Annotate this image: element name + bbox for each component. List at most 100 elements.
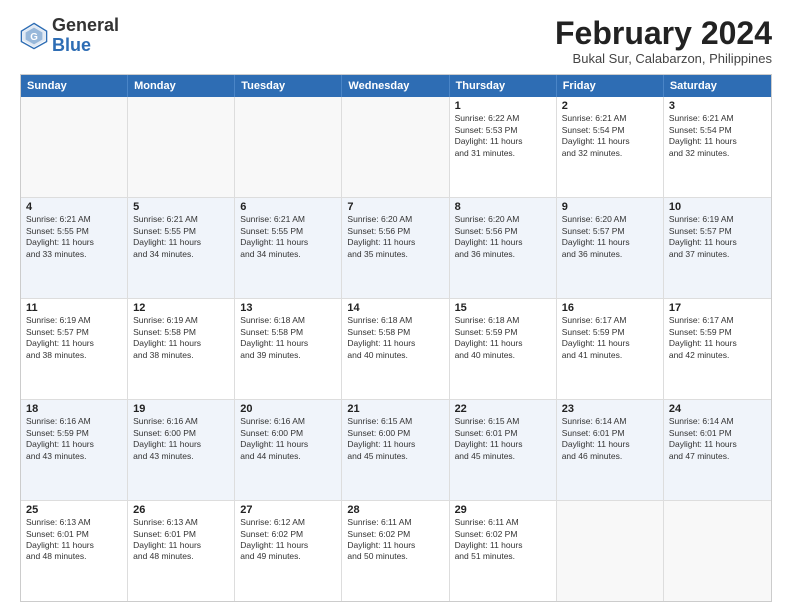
day-number: 18 — [26, 403, 122, 415]
calendar-week-3: 18Sunrise: 6:16 AMSunset: 5:59 PMDayligh… — [21, 399, 771, 500]
day-number: 4 — [26, 201, 122, 213]
location-subtitle: Bukal Sur, Calabarzon, Philippines — [555, 51, 772, 66]
calendar-day-7: 7Sunrise: 6:20 AMSunset: 5:56 PMDaylight… — [342, 198, 449, 298]
calendar-week-0: 1Sunrise: 6:22 AMSunset: 5:53 PMDaylight… — [21, 97, 771, 197]
day-number: 10 — [669, 201, 766, 213]
day-info: Sunrise: 6:22 AMSunset: 5:53 PMDaylight:… — [455, 113, 551, 159]
day-info: Sunrise: 6:13 AMSunset: 6:01 PMDaylight:… — [133, 517, 229, 563]
calendar-day-20: 20Sunrise: 6:16 AMSunset: 6:00 PMDayligh… — [235, 400, 342, 500]
day-info: Sunrise: 6:18 AMSunset: 5:59 PMDaylight:… — [455, 315, 551, 361]
calendar-day-18: 18Sunrise: 6:16 AMSunset: 5:59 PMDayligh… — [21, 400, 128, 500]
day-number: 14 — [347, 302, 443, 314]
day-number: 29 — [455, 504, 551, 516]
calendar-day-27: 27Sunrise: 6:12 AMSunset: 6:02 PMDayligh… — [235, 501, 342, 601]
header-day-saturday: Saturday — [664, 75, 771, 97]
calendar-day-3: 3Sunrise: 6:21 AMSunset: 5:54 PMDaylight… — [664, 97, 771, 197]
month-title: February 2024 — [555, 16, 772, 51]
day-number: 1 — [455, 100, 551, 112]
day-info: Sunrise: 6:18 AMSunset: 5:58 PMDaylight:… — [240, 315, 336, 361]
calendar-week-1: 4Sunrise: 6:21 AMSunset: 5:55 PMDaylight… — [21, 197, 771, 298]
calendar-day-8: 8Sunrise: 6:20 AMSunset: 5:56 PMDaylight… — [450, 198, 557, 298]
calendar-day-15: 15Sunrise: 6:18 AMSunset: 5:59 PMDayligh… — [450, 299, 557, 399]
calendar-day-5: 5Sunrise: 6:21 AMSunset: 5:55 PMDaylight… — [128, 198, 235, 298]
day-number: 3 — [669, 100, 766, 112]
day-number: 21 — [347, 403, 443, 415]
calendar-day-25: 25Sunrise: 6:13 AMSunset: 6:01 PMDayligh… — [21, 501, 128, 601]
day-number: 17 — [669, 302, 766, 314]
day-info: Sunrise: 6:11 AMSunset: 6:02 PMDaylight:… — [347, 517, 443, 563]
header-day-monday: Monday — [128, 75, 235, 97]
day-number: 26 — [133, 504, 229, 516]
calendar-day-16: 16Sunrise: 6:17 AMSunset: 5:59 PMDayligh… — [557, 299, 664, 399]
calendar-day-13: 13Sunrise: 6:18 AMSunset: 5:58 PMDayligh… — [235, 299, 342, 399]
day-number: 23 — [562, 403, 658, 415]
day-info: Sunrise: 6:16 AMSunset: 6:00 PMDaylight:… — [240, 416, 336, 462]
day-number: 28 — [347, 504, 443, 516]
day-number: 8 — [455, 201, 551, 213]
calendar-day-21: 21Sunrise: 6:15 AMSunset: 6:00 PMDayligh… — [342, 400, 449, 500]
calendar-day-1: 1Sunrise: 6:22 AMSunset: 5:53 PMDaylight… — [450, 97, 557, 197]
calendar-body: 1Sunrise: 6:22 AMSunset: 5:53 PMDaylight… — [21, 97, 771, 601]
day-info: Sunrise: 6:17 AMSunset: 5:59 PMDaylight:… — [669, 315, 766, 361]
calendar-day-19: 19Sunrise: 6:16 AMSunset: 6:00 PMDayligh… — [128, 400, 235, 500]
calendar-day-14: 14Sunrise: 6:18 AMSunset: 5:58 PMDayligh… — [342, 299, 449, 399]
day-number: 24 — [669, 403, 766, 415]
calendar-week-2: 11Sunrise: 6:19 AMSunset: 5:57 PMDayligh… — [21, 298, 771, 399]
calendar-day-empty-4-6 — [664, 501, 771, 601]
day-info: Sunrise: 6:20 AMSunset: 5:56 PMDaylight:… — [455, 214, 551, 260]
calendar-day-26: 26Sunrise: 6:13 AMSunset: 6:01 PMDayligh… — [128, 501, 235, 601]
header-day-friday: Friday — [557, 75, 664, 97]
header-day-sunday: Sunday — [21, 75, 128, 97]
logo-text: General Blue — [52, 16, 119, 56]
day-info: Sunrise: 6:12 AMSunset: 6:02 PMDaylight:… — [240, 517, 336, 563]
day-number: 12 — [133, 302, 229, 314]
calendar-day-9: 9Sunrise: 6:20 AMSunset: 5:57 PMDaylight… — [557, 198, 664, 298]
day-info: Sunrise: 6:16 AMSunset: 5:59 PMDaylight:… — [26, 416, 122, 462]
day-number: 2 — [562, 100, 658, 112]
calendar-day-empty-0-2 — [235, 97, 342, 197]
calendar-day-17: 17Sunrise: 6:17 AMSunset: 5:59 PMDayligh… — [664, 299, 771, 399]
calendar-day-empty-0-3 — [342, 97, 449, 197]
day-info: Sunrise: 6:20 AMSunset: 5:57 PMDaylight:… — [562, 214, 658, 260]
day-number: 15 — [455, 302, 551, 314]
calendar-day-29: 29Sunrise: 6:11 AMSunset: 6:02 PMDayligh… — [450, 501, 557, 601]
header-day-thursday: Thursday — [450, 75, 557, 97]
day-info: Sunrise: 6:11 AMSunset: 6:02 PMDaylight:… — [455, 517, 551, 563]
day-info: Sunrise: 6:19 AMSunset: 5:57 PMDaylight:… — [669, 214, 766, 260]
logo-icon: G — [20, 22, 48, 50]
day-number: 13 — [240, 302, 336, 314]
calendar-day-28: 28Sunrise: 6:11 AMSunset: 6:02 PMDayligh… — [342, 501, 449, 601]
calendar: SundayMondayTuesdayWednesdayThursdayFrid… — [20, 74, 772, 602]
day-info: Sunrise: 6:16 AMSunset: 6:00 PMDaylight:… — [133, 416, 229, 462]
svg-text:G: G — [30, 32, 38, 43]
day-info: Sunrise: 6:21 AMSunset: 5:54 PMDaylight:… — [669, 113, 766, 159]
day-info: Sunrise: 6:19 AMSunset: 5:57 PMDaylight:… — [26, 315, 122, 361]
day-number: 7 — [347, 201, 443, 213]
calendar-day-24: 24Sunrise: 6:14 AMSunset: 6:01 PMDayligh… — [664, 400, 771, 500]
day-number: 5 — [133, 201, 229, 213]
day-number: 22 — [455, 403, 551, 415]
day-info: Sunrise: 6:20 AMSunset: 5:56 PMDaylight:… — [347, 214, 443, 260]
day-info: Sunrise: 6:13 AMSunset: 6:01 PMDaylight:… — [26, 517, 122, 563]
logo: G General Blue — [20, 16, 119, 56]
calendar-day-22: 22Sunrise: 6:15 AMSunset: 6:01 PMDayligh… — [450, 400, 557, 500]
day-info: Sunrise: 6:19 AMSunset: 5:58 PMDaylight:… — [133, 315, 229, 361]
calendar-day-23: 23Sunrise: 6:14 AMSunset: 6:01 PMDayligh… — [557, 400, 664, 500]
calendar-week-4: 25Sunrise: 6:13 AMSunset: 6:01 PMDayligh… — [21, 500, 771, 601]
day-info: Sunrise: 6:21 AMSunset: 5:55 PMDaylight:… — [240, 214, 336, 260]
calendar-day-2: 2Sunrise: 6:21 AMSunset: 5:54 PMDaylight… — [557, 97, 664, 197]
day-info: Sunrise: 6:14 AMSunset: 6:01 PMDaylight:… — [669, 416, 766, 462]
calendar-day-empty-0-1 — [128, 97, 235, 197]
day-number: 6 — [240, 201, 336, 213]
day-info: Sunrise: 6:21 AMSunset: 5:55 PMDaylight:… — [26, 214, 122, 260]
calendar-day-empty-4-5 — [557, 501, 664, 601]
calendar-day-11: 11Sunrise: 6:19 AMSunset: 5:57 PMDayligh… — [21, 299, 128, 399]
day-number: 25 — [26, 504, 122, 516]
header: G General Blue February 2024 Bukal Sur, … — [20, 16, 772, 66]
day-number: 27 — [240, 504, 336, 516]
day-number: 9 — [562, 201, 658, 213]
page: G General Blue February 2024 Bukal Sur, … — [0, 0, 792, 612]
day-number: 16 — [562, 302, 658, 314]
logo-general: General — [52, 16, 119, 36]
calendar-day-6: 6Sunrise: 6:21 AMSunset: 5:55 PMDaylight… — [235, 198, 342, 298]
